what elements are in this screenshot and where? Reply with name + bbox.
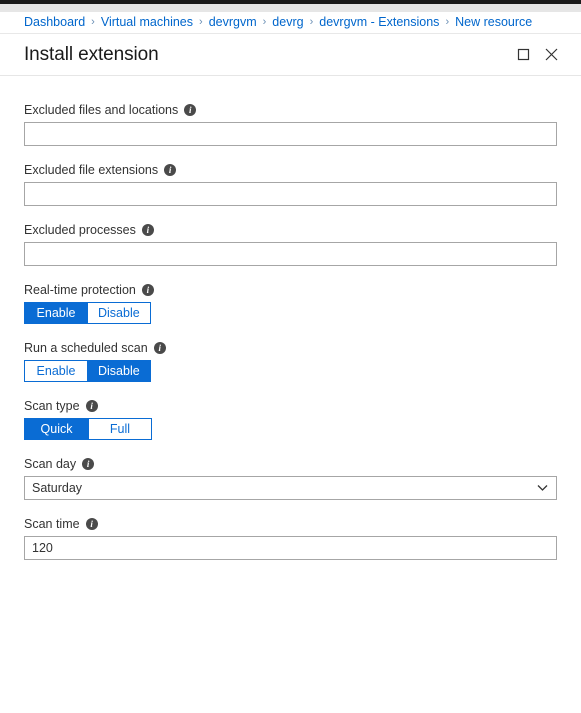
label-excluded-processes: Excluded processes i	[24, 222, 557, 238]
install-extension-form: Excluded files and locations i Excluded …	[0, 76, 581, 560]
scan-type-quick-button[interactable]: Quick	[25, 419, 88, 439]
breadcrumb-separator: ›	[445, 16, 450, 28]
realtime-protection-disable-button[interactable]: Disable	[87, 303, 150, 323]
scan-type-toggle: Quick Full	[24, 418, 152, 440]
breadcrumb-item-devrg[interactable]: devrg	[272, 16, 303, 29]
scan-type-full-button[interactable]: Full	[88, 419, 151, 439]
scheduled-scan-enable-button[interactable]: Enable	[25, 361, 87, 381]
field-scan-time: Scan time i	[24, 516, 557, 560]
label-text: Real-time protection	[24, 283, 136, 297]
breadcrumb-item-devrgvm-extensions[interactable]: devrgvm - Extensions	[319, 16, 439, 29]
info-icon[interactable]: i	[141, 224, 154, 236]
field-excluded-extensions: Excluded file extensions i	[24, 162, 557, 206]
field-realtime-protection: Real-time protection i Enable Disable	[24, 282, 557, 324]
breadcrumb-separator: ›	[262, 16, 267, 28]
excluded-files-input[interactable]	[24, 122, 557, 146]
breadcrumb-item-new-resource[interactable]: New resource	[455, 16, 532, 29]
blade-header: Install extension	[0, 34, 581, 76]
breadcrumb-item-devrgvm[interactable]: devrgvm	[209, 16, 257, 29]
label-scheduled-scan: Run a scheduled scan i	[24, 340, 557, 356]
label-excluded-extensions: Excluded file extensions i	[24, 162, 557, 178]
info-icon[interactable]: i	[82, 458, 95, 470]
label-text: Excluded processes	[24, 223, 136, 237]
excluded-processes-input[interactable]	[24, 242, 557, 266]
excluded-extensions-input[interactable]	[24, 182, 557, 206]
label-scan-day: Scan day i	[24, 456, 557, 472]
label-text: Excluded file extensions	[24, 163, 159, 177]
scan-day-select-wrapper: Saturday	[24, 476, 557, 500]
label-excluded-files: Excluded files and locations i	[24, 102, 557, 118]
label-text: Scan day	[24, 457, 77, 471]
label-text: Run a scheduled scan	[24, 341, 148, 355]
label-text: Scan type	[24, 399, 80, 413]
maximize-icon[interactable]	[509, 41, 537, 69]
label-text: Scan time	[24, 517, 80, 531]
top-light-strip	[0, 4, 581, 12]
label-scan-type: Scan type i	[24, 398, 557, 414]
breadcrumb-item-dashboard[interactable]: Dashboard	[24, 16, 85, 29]
label-realtime-protection: Real-time protection i	[24, 282, 557, 298]
field-excluded-processes: Excluded processes i	[24, 222, 557, 266]
scan-day-select[interactable]: Saturday	[24, 476, 557, 500]
field-scheduled-scan: Run a scheduled scan i Enable Disable	[24, 340, 557, 382]
label-text: Excluded files and locations	[24, 103, 179, 117]
breadcrumb-separator: ›	[199, 16, 203, 28]
info-icon[interactable]: i	[85, 518, 98, 530]
breadcrumb-separator: ›	[91, 16, 95, 28]
info-icon[interactable]: i	[164, 164, 177, 176]
realtime-protection-enable-button[interactable]: Enable	[25, 303, 87, 323]
field-excluded-files: Excluded files and locations i	[24, 102, 557, 146]
scheduled-scan-toggle: Enable Disable	[24, 360, 151, 382]
page-title: Install extension	[24, 43, 159, 65]
field-scan-day: Scan day i Saturday	[24, 456, 557, 500]
label-scan-time: Scan time i	[24, 516, 557, 532]
scan-time-input[interactable]	[24, 536, 557, 560]
scheduled-scan-disable-button[interactable]: Disable	[87, 361, 150, 381]
breadcrumb-separator: ›	[309, 16, 314, 28]
breadcrumb: Dashboard › Virtual machines › devrgvm ›…	[0, 12, 581, 34]
realtime-protection-toggle: Enable Disable	[24, 302, 151, 324]
breadcrumb-item-virtual-machines[interactable]: Virtual machines	[101, 16, 193, 29]
close-icon[interactable]	[537, 41, 565, 69]
info-icon[interactable]: i	[153, 342, 166, 354]
info-icon[interactable]: i	[184, 104, 197, 116]
info-icon[interactable]: i	[141, 284, 154, 296]
info-icon[interactable]: i	[85, 400, 98, 412]
field-scan-type: Scan type i Quick Full	[24, 398, 557, 440]
